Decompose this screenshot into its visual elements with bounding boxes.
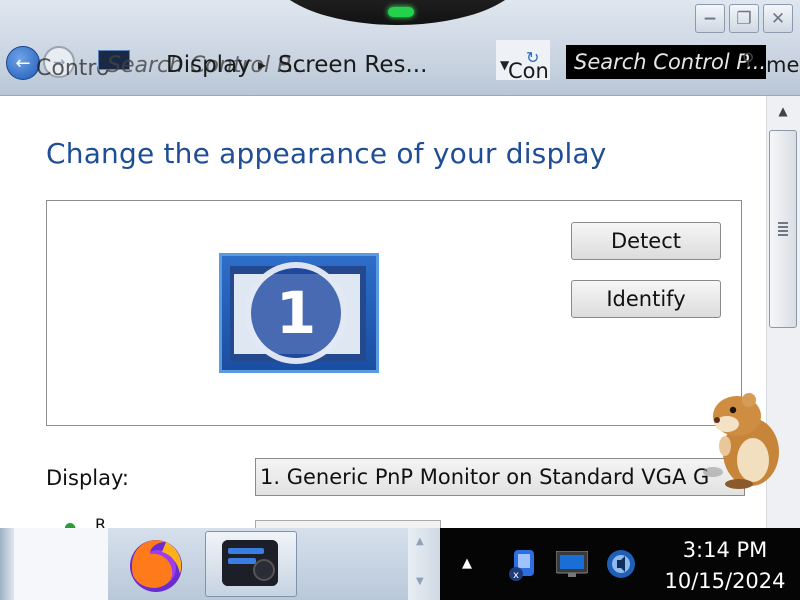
- ghost-address-text-3: me: [766, 53, 800, 77]
- taskbar-left-edge: [0, 528, 14, 600]
- taskbar-scroll[interactable]: [408, 528, 440, 600]
- minimize-icon: −: [702, 8, 718, 29]
- search-icon[interactable]: ⚲: [742, 50, 754, 70]
- minimize-button[interactable]: −: [695, 4, 725, 33]
- detect-button[interactable]: Detect: [571, 222, 721, 260]
- svg-text:x: x: [513, 570, 519, 581]
- monitor-number-badge: 1: [245, 262, 347, 364]
- page-title: Change the appearance of your display: [46, 137, 607, 170]
- breadcrumb-separator-icon[interactable]: ▸: [258, 52, 266, 78]
- identify-button[interactable]: Identify: [571, 280, 721, 318]
- display-icon[interactable]: [556, 551, 588, 577]
- show-hidden-icons-icon[interactable]: ▲: [462, 556, 472, 571]
- close-icon: ✕: [770, 8, 786, 29]
- clock-date[interactable]: 10/15/2024: [650, 569, 800, 593]
- display-select[interactable]: 1. Generic PnP Monitor on Standard VGA G: [255, 458, 745, 496]
- back-arrow-icon: ←: [15, 52, 31, 74]
- display-label: Display:: [46, 466, 129, 490]
- next-row-label: R: [95, 515, 107, 528]
- firefox-icon[interactable]: [122, 532, 190, 596]
- ghost-address-text-2: Con: [508, 59, 549, 83]
- close-button[interactable]: ✕: [763, 4, 793, 33]
- taskbar-left-area: [0, 528, 108, 600]
- volume-icon[interactable]: [606, 548, 636, 580]
- taskbar-scroll-up-icon[interactable]: ▲: [416, 536, 424, 547]
- back-button[interactable]: ←: [6, 46, 40, 80]
- obs-app-icon: [222, 540, 278, 586]
- taskbar-scroll-down-icon[interactable]: ▼: [416, 576, 424, 587]
- hamster-mascot-icon: [703, 393, 779, 489]
- status-light-icon: [388, 7, 414, 17]
- maximize-button[interactable]: ❐: [729, 4, 759, 33]
- scrollbar-grip-icon: [778, 222, 788, 236]
- search-input-text: Search Control P...: [574, 50, 767, 74]
- breadcrumb-screen-resolution[interactable]: Screen Res...: [278, 52, 427, 78]
- scroll-up-icon[interactable]: ▲: [768, 100, 798, 122]
- restore-icon: ❐: [736, 8, 752, 29]
- clock-time[interactable]: 3:14 PM: [660, 538, 790, 562]
- breadcrumb-display[interactable]: Display: [166, 52, 251, 78]
- orientation-icon: ●: [64, 520, 77, 528]
- network-icon[interactable]: x: [508, 548, 538, 582]
